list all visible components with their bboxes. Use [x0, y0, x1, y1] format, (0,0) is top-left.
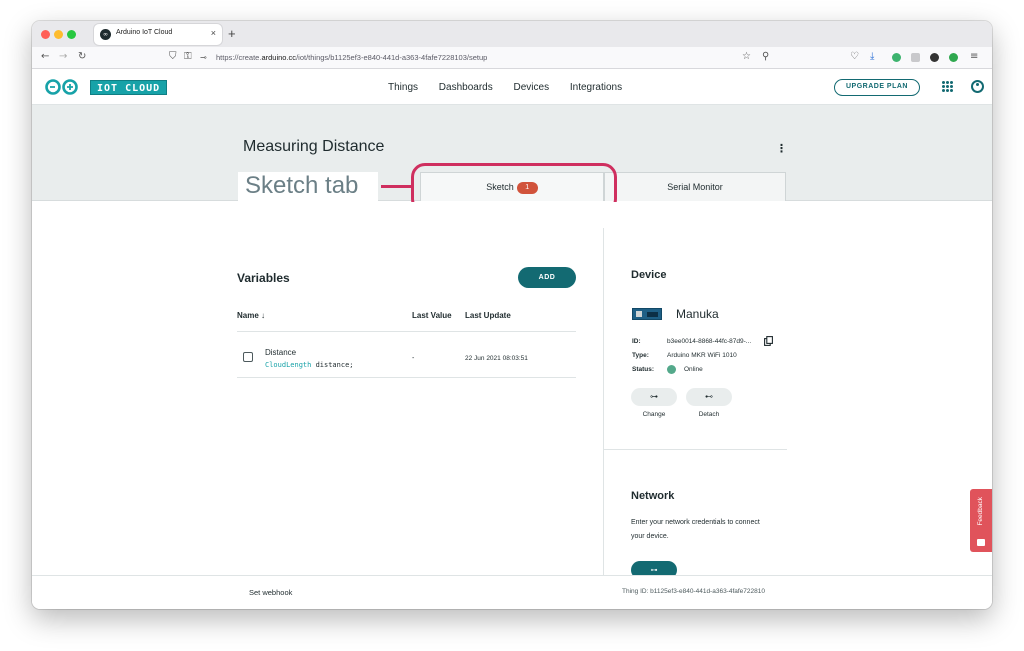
network-description: Enter your network credentials to connec… — [631, 519, 760, 540]
shield-icon[interactable]: ⛉ — [169, 51, 177, 62]
column-header-name[interactable]: Name ↓ — [237, 311, 265, 320]
forward-icon[interactable]: → — [59, 51, 67, 62]
thing-title[interactable]: Measuring Distance — [243, 138, 384, 156]
lock-icon[interactable]: ⚿ — [184, 51, 192, 62]
change-device-label: Change — [642, 411, 666, 418]
permissions-icon[interactable]: ⊸ — [200, 53, 207, 62]
change-device-button[interactable]: ⊶ — [631, 388, 677, 406]
menu-icon[interactable]: ≡ — [970, 51, 978, 62]
tab-close-icon[interactable]: × — [211, 28, 216, 38]
apps-grid-icon[interactable] — [942, 81, 953, 92]
browser-nav-bar: ← → ↻ ⛉ ⚿ ⊸ https://create.arduino.cc/io… — [32, 47, 992, 69]
set-webhook-link[interactable]: Set webhook — [249, 588, 292, 597]
nav-integrations[interactable]: Integrations — [570, 82, 622, 93]
maximize-window-button[interactable] — [67, 30, 76, 39]
app-header: IOT CLOUD Things Dashboards Devices Inte… — [32, 69, 992, 105]
iot-cloud-logo[interactable]: IOT CLOUD — [90, 80, 168, 95]
device-status-value: Online — [684, 366, 703, 373]
pocket-icon[interactable]: ♡ — [850, 51, 859, 62]
feedback-icon — [977, 539, 985, 546]
browser-tab-title: Arduino IoT Cloud — [116, 29, 173, 36]
new-tab-button[interactable]: + — [228, 26, 236, 41]
bookmark-star-icon[interactable]: ☆ — [742, 51, 751, 62]
nav-dashboards[interactable]: Dashboards — [439, 82, 493, 93]
download-icon[interactable]: ⤓ — [870, 51, 874, 62]
footer: Set webhook Thing ID: b1125ef3-e840-441d… — [32, 575, 992, 609]
column-divider — [603, 228, 604, 575]
detach-device-button[interactable]: ⊷ — [686, 388, 732, 406]
nav-devices[interactable]: Devices — [514, 82, 550, 93]
device-id-value: b3ee0014-8868-44fc-87d9-... — [667, 338, 752, 345]
copy-icon[interactable] — [764, 336, 773, 346]
annotation-label: Sketch tab — [245, 172, 359, 199]
tab-serial-monitor-label: Serial Monitor — [667, 182, 723, 192]
thing-menu-icon[interactable]: ⋮ — [776, 142, 787, 155]
network-section-title: Network — [631, 490, 675, 502]
variable-name[interactable]: Distance — [265, 348, 296, 357]
back-icon[interactable]: ← — [41, 51, 49, 62]
device-id-label: ID: — [632, 338, 641, 345]
thing-header: Measuring Distance ⋮ Sketch tab Sketch 1 … — [32, 105, 992, 213]
device-name[interactable]: Manuka — [676, 307, 719, 321]
feedback-label: Feedback — [977, 497, 984, 526]
browser-tab-bar: ∞ Arduino IoT Cloud × + — [32, 21, 992, 47]
user-profile-icon[interactable] — [971, 80, 984, 93]
variable-declaration: CloudLength distance; — [265, 361, 354, 369]
upgrade-plan-button[interactable]: UPGRADE PLAN — [834, 79, 920, 96]
tab-serial-monitor[interactable]: Serial Monitor — [604, 172, 786, 201]
section-divider — [604, 449, 787, 450]
board-image — [632, 308, 662, 320]
address-bar[interactable]: https://create.arduino.cc/iot/things/b11… — [216, 53, 487, 62]
extension-icon[interactable]: ⚲ — [762, 51, 769, 62]
device-status-label: Status: — [632, 366, 655, 373]
annotation-pointer-line — [381, 185, 412, 188]
thing-id: Thing ID: b1125ef3-e840-441d-a363-4fafe7… — [622, 588, 765, 595]
arduino-logo-icon[interactable] — [44, 79, 80, 95]
device-section-title: Device — [631, 269, 667, 281]
nav-things[interactable]: Things — [388, 82, 418, 93]
sketch-tab-annotation: Sketch tab — [238, 172, 378, 201]
evernote-icon[interactable] — [949, 53, 958, 62]
reload-icon[interactable]: ↻ — [78, 51, 86, 62]
close-window-button[interactable] — [41, 30, 50, 39]
feedback-button[interactable]: Feedback — [970, 489, 992, 552]
variable-last-value: - — [412, 355, 415, 362]
extension-green-icon[interactable] — [892, 53, 901, 62]
row-checkbox[interactable] — [243, 352, 253, 362]
arduino-favicon-icon: ∞ — [100, 29, 111, 40]
device-type-value: Arduino MKR WiFi 1010 — [667, 352, 737, 359]
detach-device-label: Detach — [698, 411, 720, 418]
browser-window: ∞ Arduino IoT Cloud × + ← → ↻ ⛉ ⚿ ⊸ http… — [32, 21, 992, 609]
variables-title: Variables — [237, 271, 290, 285]
minimize-window-button[interactable] — [54, 30, 63, 39]
device-type-label: Type: — [632, 352, 649, 359]
reader-icon[interactable] — [911, 53, 920, 62]
main-nav: Things Dashboards Devices Integrations — [388, 82, 640, 93]
table-divider — [237, 331, 576, 332]
browser-tab[interactable]: ∞ Arduino IoT Cloud × — [94, 24, 222, 45]
setup-content: Variables ADD Name ↓ Last Value Last Upd… — [32, 202, 992, 579]
account-icon[interactable] — [930, 53, 939, 62]
variable-last-update: 22 Jun 2021 08:03:51 — [465, 355, 528, 362]
status-online-icon — [667, 365, 676, 374]
column-header-last-value: Last Value — [412, 311, 452, 320]
column-header-last-update: Last Update — [465, 311, 511, 320]
table-divider — [237, 377, 576, 378]
add-variable-button[interactable]: ADD — [518, 267, 576, 288]
